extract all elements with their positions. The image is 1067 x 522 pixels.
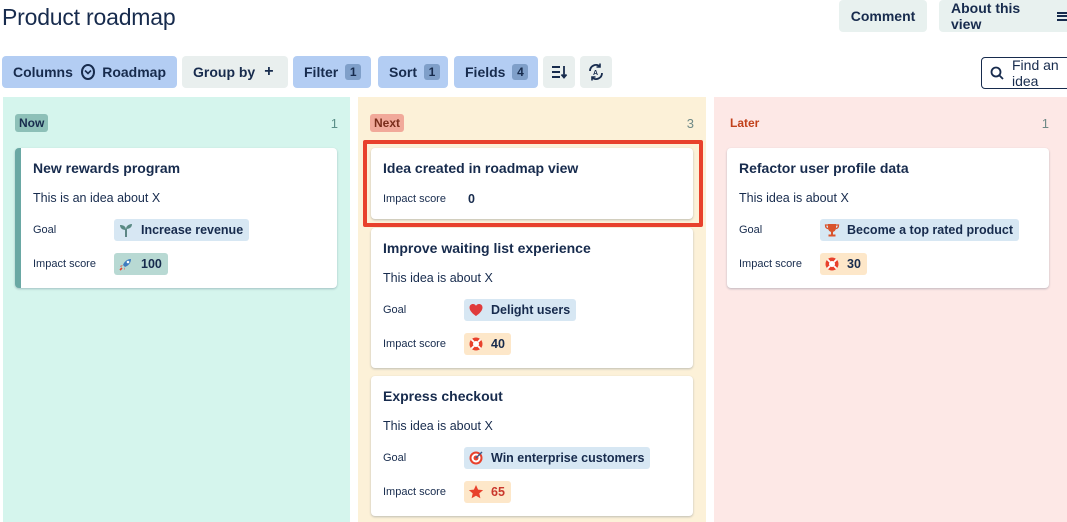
column-count: 1: [1041, 116, 1049, 131]
target-icon: [468, 450, 484, 466]
card-title: Idea created in roadmap view: [383, 160, 579, 176]
idea-card[interactable]: New rewards program This is an idea abou…: [15, 148, 337, 288]
page-title: Product roadmap: [2, 4, 176, 30]
goal-label: Goal: [383, 304, 407, 316]
goal-field: Goal Increase revenue: [33, 219, 325, 241]
impact-field: Impact score 30: [739, 253, 1037, 275]
goal-value: Win enterprise customers: [491, 451, 645, 465]
search-icon: [990, 66, 1004, 80]
columns-value: Roadmap: [102, 64, 166, 80]
impact-label: Impact score: [383, 193, 446, 205]
star-icon: [468, 484, 484, 500]
fields-label: Fields: [465, 64, 506, 80]
goal-chip[interactable]: Delight users: [464, 299, 577, 321]
filter-count-badge: 1: [345, 64, 362, 80]
column-next: Next 3 Idea created in roadmap view Impa…: [358, 97, 706, 522]
column-label: Next: [370, 114, 405, 132]
impact-value: 40: [491, 337, 505, 351]
impact-label: Impact score: [739, 258, 802, 270]
impact-chip[interactable]: 65: [464, 481, 511, 503]
card-description: This idea is about X: [739, 191, 849, 205]
impact-chip[interactable]: 100: [114, 253, 168, 275]
lifebuoy-icon: [824, 256, 840, 272]
fields-button[interactable]: Fields 4: [454, 56, 538, 88]
goal-label: Goal: [739, 224, 763, 236]
chevron-down-icon: [80, 64, 96, 80]
impact-value: 30: [847, 257, 861, 271]
sort-count-badge: 1: [424, 64, 440, 80]
impact-field: Impact score 100: [33, 253, 325, 275]
columns-label: Columns: [13, 64, 73, 80]
fields-count-badge: 4: [512, 64, 529, 80]
plus-icon: +: [264, 63, 274, 80]
idea-card[interactable]: Refactor user profile data This idea is …: [727, 148, 1049, 288]
idea-card[interactable]: Express checkout This idea is about X Go…: [371, 376, 693, 516]
column-now: Now 1 New rewards program This is an ide…: [3, 97, 350, 522]
card-title: Express checkout: [383, 388, 503, 404]
card-layout-button[interactable]: [543, 56, 575, 88]
rocket-icon: [118, 256, 134, 272]
column-label: Now: [15, 114, 49, 132]
menu-icon: [1057, 11, 1067, 21]
impact-value: 0: [468, 192, 475, 206]
lifebuoy-icon: [468, 336, 484, 352]
goal-field: Goal Win enterprise customers: [383, 447, 681, 469]
group-by-button[interactable]: Group by +: [182, 56, 288, 88]
card-title: New rewards program: [33, 160, 181, 176]
impact-label: Impact score: [383, 338, 446, 350]
sort-label: Sort: [389, 64, 417, 80]
column-count: 3: [686, 116, 694, 131]
list-sort-icon: [552, 66, 568, 79]
sprout-icon: [118, 222, 134, 238]
impact-chip[interactable]: 40: [464, 333, 511, 355]
goal-chip[interactable]: Increase revenue: [114, 219, 250, 241]
goal-chip[interactable]: Win enterprise customers: [464, 447, 651, 469]
about-button-label: About this view: [951, 0, 1021, 32]
column-count: 1: [330, 116, 338, 131]
goal-value: Become a top rated product: [847, 223, 1013, 237]
heart-icon: [468, 302, 484, 318]
goal-value: Increase revenue: [141, 223, 244, 237]
svg-text:A: A: [593, 70, 598, 77]
impact-chip[interactable]: 30: [820, 253, 867, 275]
comment-button-label: Comment: [850, 8, 916, 24]
goal-chip[interactable]: Become a top rated product: [820, 219, 1019, 241]
about-this-view-button[interactable]: About this view: [939, 0, 1067, 32]
impact-value: 100: [141, 257, 162, 271]
card-description: This is an idea about X: [33, 191, 161, 205]
sort-button[interactable]: Sort 1: [378, 56, 448, 88]
column-later: Later 1 Refactor user profile data This …: [714, 97, 1067, 522]
impact-field: Impact score 65: [383, 481, 681, 503]
goal-field: Goal Delight users: [383, 299, 681, 321]
group-by-label: Group by: [193, 64, 256, 80]
card-title: Improve waiting list experience: [383, 240, 591, 256]
card-description: This idea is about X: [383, 271, 493, 285]
impact-field: Impact score 40: [383, 333, 681, 355]
comment-button[interactable]: Comment: [839, 0, 927, 32]
auto-refresh-icon: A: [589, 63, 603, 81]
goal-field: Goal Become a top rated product: [739, 219, 1037, 241]
impact-field: Impact score 0: [383, 188, 681, 210]
goal-value: Delight users: [491, 303, 571, 317]
filter-label: Filter: [304, 64, 339, 80]
impact-value: 65: [491, 485, 505, 499]
trophy-icon: [824, 222, 840, 238]
columns-button[interactable]: Columns Roadmap: [2, 56, 177, 88]
search-input[interactable]: Find an idea: [981, 57, 1067, 89]
idea-card[interactable]: Idea created in roadmap view Impact scor…: [371, 148, 693, 219]
impact-label: Impact score: [383, 486, 446, 498]
search-placeholder: Find an idea: [1012, 57, 1059, 89]
auto-refresh-button[interactable]: A: [580, 56, 612, 88]
column-label: Later: [730, 116, 760, 130]
card-description: This idea is about X: [383, 419, 493, 433]
goal-label: Goal: [383, 452, 407, 464]
goal-label: Goal: [33, 224, 57, 236]
idea-card[interactable]: Improve waiting list experience This ide…: [371, 228, 693, 368]
impact-label: Impact score: [33, 258, 96, 270]
card-title: Refactor user profile data: [739, 160, 909, 176]
filter-button[interactable]: Filter 1: [293, 56, 371, 88]
